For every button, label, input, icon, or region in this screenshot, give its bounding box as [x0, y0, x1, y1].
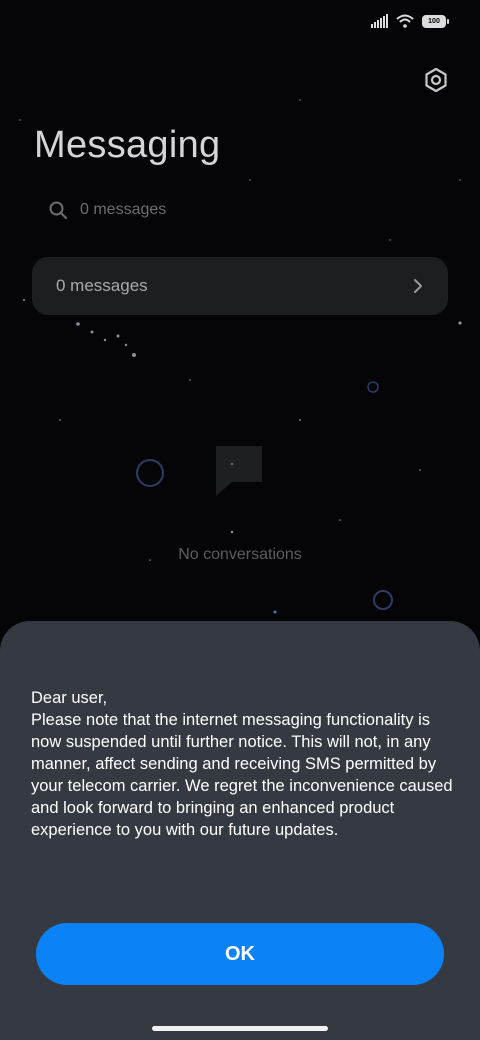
- home-indicator[interactable]: [152, 1026, 328, 1031]
- signal-icon: [371, 14, 388, 28]
- messages-card[interactable]: 0 messages: [32, 257, 448, 315]
- search-icon: [49, 201, 67, 219]
- search-bar[interactable]: 0 messages: [48, 200, 166, 220]
- chat-bubble-icon: [216, 446, 262, 496]
- messaging-screen: 100 Messaging 0 messages 0 messages No c…: [0, 0, 480, 1040]
- battery-icon: 100: [422, 14, 449, 28]
- gear-icon[interactable]: [422, 66, 450, 94]
- search-placeholder[interactable]: 0 messages: [80, 201, 166, 219]
- status-bar: 100: [371, 14, 449, 28]
- wifi-icon: [396, 14, 414, 28]
- dialog-message: Dear user, Please note that the internet…: [31, 689, 453, 839]
- chevron-right-icon: [414, 279, 422, 293]
- page-title: Messaging: [34, 124, 221, 166]
- notice-dialog: Dear user, Please note that the internet…: [0, 621, 480, 1040]
- empty-state-text: No conversations: [178, 546, 302, 563]
- messages-card-label: 0 messages: [56, 276, 148, 295]
- ok-button[interactable]: OK: [36, 923, 444, 985]
